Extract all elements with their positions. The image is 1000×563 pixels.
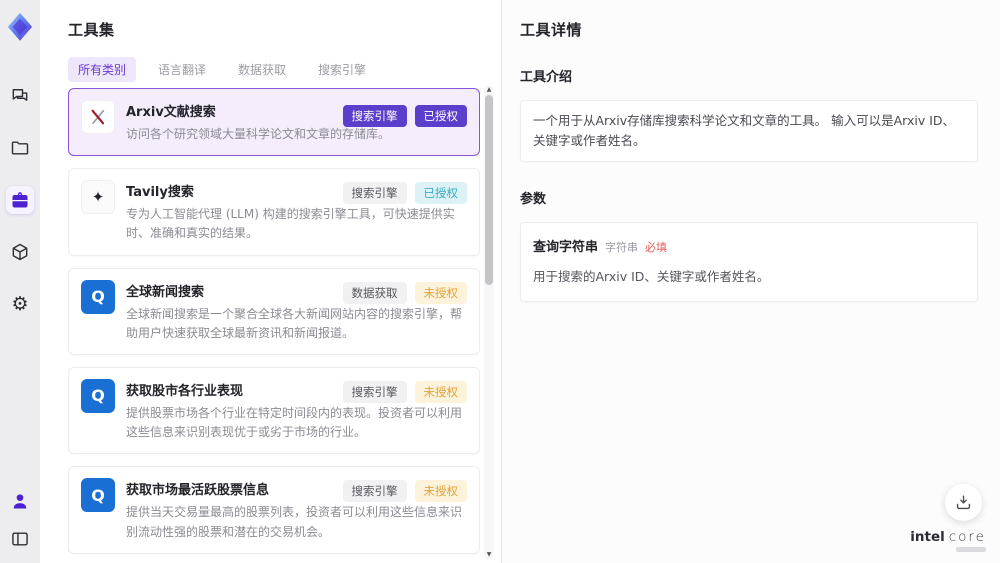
tool-card[interactable]: Q 获取市场最活跃股票信息 提供当天交易量最高的股票列表，投资者可以利用这些信息… bbox=[68, 466, 480, 554]
tool-description: 访问各个研究领域大量科学论文和文章的存储库。 bbox=[126, 127, 391, 141]
app-window: ⚙ 工具集 所有类别 语言翻译 数据获取 搜索引擎 Arxiv文献搜索 访问各个… bbox=[0, 0, 1000, 563]
detail-title: 工具详情 bbox=[520, 21, 583, 39]
intro-heading: 工具介绍 bbox=[520, 70, 573, 85]
download-button[interactable] bbox=[945, 484, 982, 521]
param-description: 用于搜索的Arxiv ID、关键字或作者姓名。 bbox=[533, 269, 770, 284]
param-name: 查询字符串 bbox=[533, 240, 599, 255]
tool-card[interactable]: ✦ Tavily搜索 专为人工智能代理 (LLM) 构建的搜索引擎工具，可快速提… bbox=[68, 168, 480, 256]
toolbox-icon[interactable] bbox=[6, 186, 34, 214]
list-scrollbar[interactable]: ▲ ▼ bbox=[484, 85, 494, 560]
tool-card[interactable]: Arxiv文献搜索 访问各个研究领域大量科学论文和文章的存储库。 搜索引擎 已授… bbox=[68, 88, 480, 157]
gear-icon[interactable]: ⚙ bbox=[6, 290, 34, 318]
tool-description: 全球新闻搜索是一个聚合全球各大新闻网站内容的搜索引擎，帮助用户快速获取全球最新资… bbox=[126, 306, 463, 340]
scrollbar-thumb[interactable] bbox=[485, 95, 493, 285]
tab-2[interactable]: 数据获取 bbox=[228, 57, 296, 82]
tool-detail-panel: 工具详情 工具介绍 一个用于从Arxiv存储库搜索科学论文和文章的工具。 输入可… bbox=[502, 0, 1000, 563]
param-box: 查询字符串 字符串 必填 用于搜索的Arxiv ID、关键字或作者姓名。 bbox=[520, 222, 978, 302]
status-badge: 已授权 bbox=[414, 105, 467, 128]
chat-icon[interactable] bbox=[6, 82, 34, 110]
q-search-logo-icon: Q bbox=[81, 478, 115, 513]
cube-icon[interactable] bbox=[6, 238, 34, 266]
category-badge: 搜索引擎 bbox=[342, 480, 407, 503]
rail-bottom bbox=[6, 487, 34, 553]
brand-secondary: core bbox=[948, 529, 986, 545]
rail-nav: ⚙ bbox=[6, 82, 34, 318]
app-logo[interactable] bbox=[7, 12, 33, 42]
intel-core-logo: intel core bbox=[910, 529, 986, 552]
param-required-badge: 必填 bbox=[645, 241, 668, 254]
folder-icon[interactable] bbox=[6, 134, 34, 162]
brand-primary: intel bbox=[910, 529, 945, 545]
status-badge: 未授权 bbox=[414, 281, 467, 304]
download-icon bbox=[956, 495, 971, 510]
intro-box: 一个用于从Arxiv存储库搜索科学论文和文章的工具。 输入可以是Arxiv ID… bbox=[520, 100, 978, 162]
tool-card-list: Arxiv文献搜索 访问各个研究领域大量科学论文和文章的存储库。 搜索引擎 已授… bbox=[68, 88, 480, 563]
tool-tags: 数据获取 未授权 bbox=[342, 281, 467, 304]
scroll-up-arrow-icon[interactable]: ▲ bbox=[484, 86, 494, 94]
tool-card[interactable]: Q 获取股市各行业表现 提供股票市场各个行业在特定时间段内的表现。投资者可以利用… bbox=[68, 366, 480, 455]
param-type: 字符串 bbox=[605, 241, 639, 254]
status-badge: 未授权 bbox=[414, 480, 467, 503]
user-icon[interactable] bbox=[6, 487, 34, 515]
q-search-logo-icon: Q bbox=[81, 378, 115, 413]
category-badge: 搜索引擎 bbox=[342, 380, 407, 404]
tab-3[interactable]: 搜索引擎 bbox=[308, 57, 376, 82]
tool-tags: 搜索引擎 未授权 bbox=[342, 380, 467, 404]
tool-tags: 搜索引擎 已授权 bbox=[342, 105, 467, 128]
params-heading: 参数 bbox=[520, 192, 547, 207]
brand-subtext-decoration bbox=[956, 547, 986, 552]
page-title: 工具集 bbox=[68, 21, 115, 39]
arxiv-logo-icon bbox=[81, 100, 115, 134]
tool-description: 提供股票市场各个行业在特定时间段内的表现。投资者可以利用这些信息来识别表现优于或… bbox=[126, 405, 463, 440]
tavily-logo-icon: ✦ bbox=[81, 180, 115, 215]
scroll-down-arrow-icon[interactable]: ▼ bbox=[484, 551, 494, 559]
tool-tags: 搜索引擎 未授权 bbox=[342, 480, 467, 503]
status-badge: 未授权 bbox=[414, 380, 467, 404]
category-badge: 搜索引擎 bbox=[342, 105, 407, 128]
tool-card[interactable]: Q 全球新闻搜索 全球新闻搜索是一个聚合全球各大新闻网站内容的搜索引擎，帮助用户… bbox=[68, 267, 480, 355]
panel-layout-icon[interactable] bbox=[6, 525, 34, 553]
tool-description: 提供当天交易量最高的股票列表，投资者可以利用这些信息来识别流动性强的股票和潜在的… bbox=[126, 505, 463, 539]
status-badge: 已授权 bbox=[414, 182, 467, 205]
category-badge: 数据获取 bbox=[342, 281, 407, 304]
q-search-logo-icon: Q bbox=[81, 279, 115, 314]
tab-1[interactable]: 语言翻译 bbox=[148, 57, 216, 82]
sidebar-rail: ⚙ bbox=[0, 0, 40, 563]
param-head: 查询字符串 字符串 必填 bbox=[533, 236, 965, 255]
tool-list-panel: 工具集 所有类别 语言翻译 数据获取 搜索引擎 Arxiv文献搜索 访问各个研究领域大… bbox=[40, 0, 502, 563]
category-badge: 搜索引擎 bbox=[342, 182, 407, 205]
tool-tags: 搜索引擎 已授权 bbox=[342, 182, 467, 205]
tool-description: 专为人工智能代理 (LLM) 构建的搜索引擎工具，可快速提供实时、准确和真实的结… bbox=[126, 207, 455, 241]
category-tabs: 所有类别 语言翻译 数据获取 搜索引擎 bbox=[68, 57, 501, 82]
tab-0[interactable]: 所有类别 bbox=[68, 57, 137, 82]
